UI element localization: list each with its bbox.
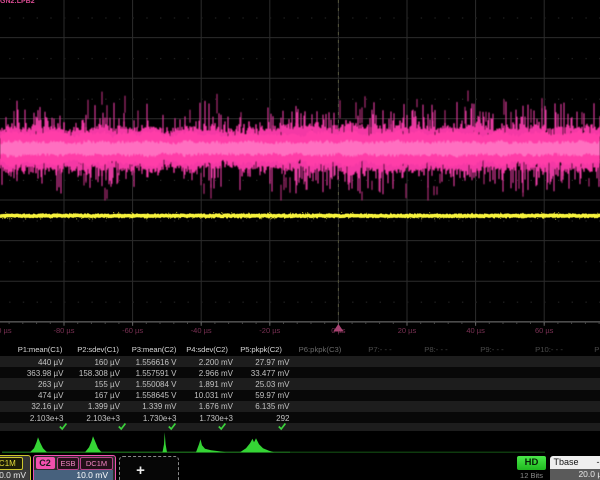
svg-text:60 µs: 60 µs [535,326,554,335]
svg-text:20 µs: 20 µs [398,326,417,335]
svg-text:-40 µs: -40 µs [191,326,212,335]
svg-text:-20 µs: -20 µs [259,326,280,335]
svg-text:-100 µs: -100 µs [0,326,12,335]
svg-text:-60 µs: -60 µs [122,326,143,335]
svg-text:-80 µs: -80 µs [54,326,75,335]
svg-text:40 µs: 40 µs [466,326,485,335]
